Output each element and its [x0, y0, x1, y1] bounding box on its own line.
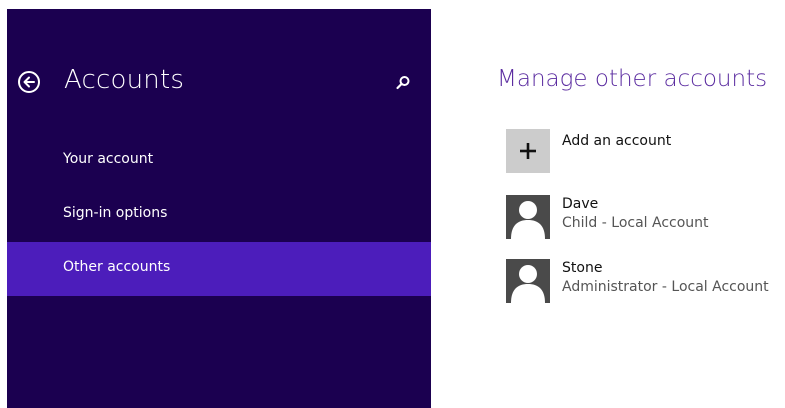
nav-item-your-account[interactable]: Your account: [7, 134, 431, 188]
plus-icon: [520, 143, 536, 159]
add-account-button[interactable]: Add an account: [506, 129, 776, 175]
avatar: [506, 259, 550, 303]
nav-item-label: Other accounts: [63, 259, 171, 275]
pane-title: Accounts: [64, 65, 185, 95]
settings-window: Accounts Your account Sign-in options Ot…: [0, 0, 785, 408]
nav-item-label: Sign-in options: [63, 205, 168, 221]
nav-item-sign-in-options[interactable]: Sign-in options: [7, 188, 431, 242]
user-silhouette-icon: [506, 259, 550, 303]
page-title: Manage other accounts: [497, 66, 768, 92]
search-icon[interactable]: [395, 75, 411, 91]
nav-item-label: Your account: [63, 151, 154, 167]
account-type: Administrator - Local Account: [562, 279, 769, 295]
nav-item-other-accounts[interactable]: Other accounts: [7, 242, 431, 296]
user-silhouette-icon: [506, 195, 550, 239]
account-row-stone[interactable]: Stone Administrator - Local Account: [506, 259, 781, 305]
account-row-dave[interactable]: Dave Child - Local Account: [506, 195, 781, 241]
account-name: Dave: [562, 196, 599, 212]
account-name: Stone: [562, 260, 603, 276]
back-button[interactable]: [18, 71, 40, 93]
avatar: [506, 195, 550, 239]
add-account-label: Add an account: [562, 133, 672, 149]
back-arrow-icon: [23, 76, 35, 88]
add-tile: [506, 129, 550, 173]
accounts-nav-pane: Accounts Your account Sign-in options Ot…: [7, 9, 431, 408]
account-type: Child - Local Account: [562, 215, 709, 231]
